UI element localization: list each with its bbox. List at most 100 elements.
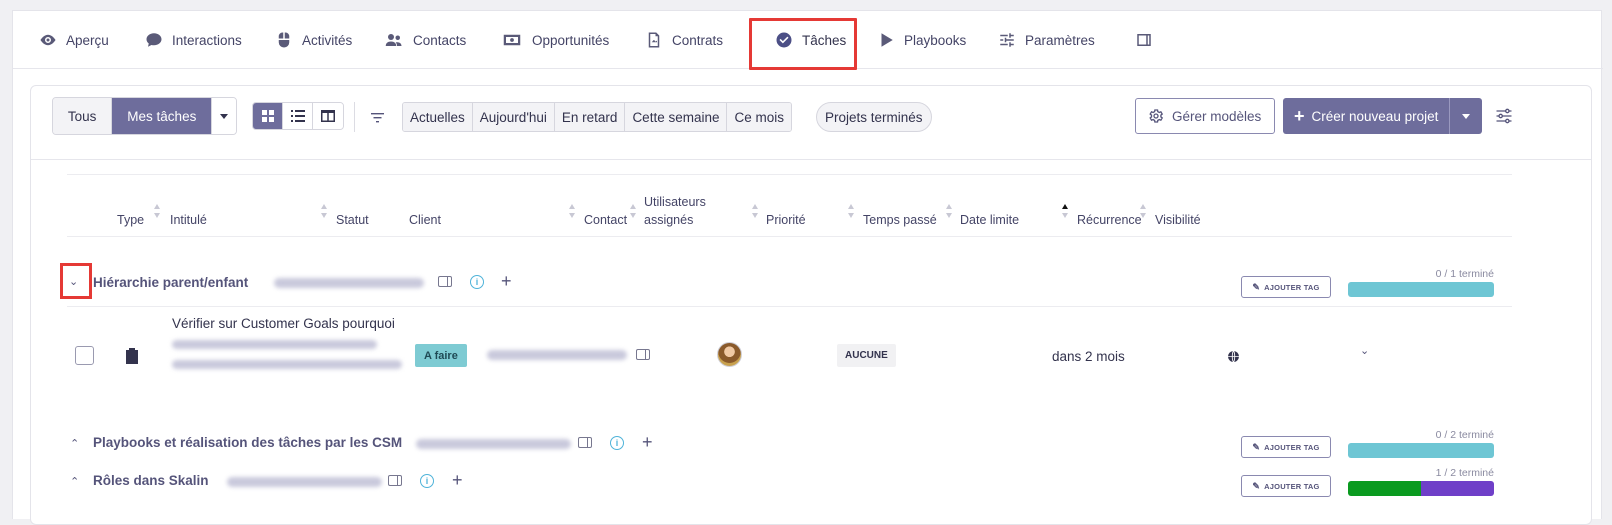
tab-label: Contrats [672,32,724,48]
sliders-icon [1000,33,1014,47]
add-task-icon[interactable]: + [642,433,653,451]
pencil-icon: ✎ [1252,281,1261,292]
scope-dropdown-button[interactable] [212,98,236,134]
filter-today-button[interactable]: Aujourd'hui [472,103,555,131]
sort-icon[interactable] [848,204,855,218]
tasks-toolbar: Tous Mes tâches Actuelles Aujourd'hui En… [31,86,1591,160]
filter-current-button[interactable]: Actuelles [403,103,473,131]
blurred-client [416,439,571,449]
col-recurrence[interactable]: Récurrence [1077,211,1142,229]
grid-icon [261,110,274,122]
side-panel-icon[interactable] [578,437,592,448]
completed-projects-toggle[interactable]: Projets terminés [816,102,932,132]
col-visibility[interactable]: Visibilité [1155,211,1201,229]
col-title[interactable]: Intitulé [170,211,207,229]
add-tag-button[interactable]: ✎ AJOUTER TAG [1241,475,1331,497]
tab-apercu[interactable]: Aperçu [39,11,109,69]
tab-contacts[interactable]: Contacts [384,11,466,69]
task-checkbox[interactable] [75,346,94,365]
users-icon [385,34,402,46]
col-assigned-line1: Utilisateurs [644,195,706,209]
expand-toggle-highlight [60,263,92,299]
sort-icon[interactable] [630,204,637,218]
tab-opportunites[interactable]: Opportunités [501,11,609,69]
tab-parametres[interactable]: Paramètres [998,11,1095,69]
group-title[interactable]: Rôles dans Skalin [93,473,209,488]
blurred-client [227,477,382,487]
contract-icon [648,32,660,48]
tab-interactions[interactable]: Interactions [145,11,242,69]
col-status[interactable]: Statut [336,211,369,229]
priority-badge[interactable]: AUCUNE [837,344,896,367]
add-tag-label: AJOUTER TAG [1264,282,1320,292]
sort-asc-icon[interactable] [1062,204,1069,218]
manage-templates-button[interactable]: Gérer modèles [1135,98,1275,134]
task-title[interactable]: Vérifier sur Customer Goals pourquoi [172,316,395,331]
col-contact[interactable]: Contact [584,211,627,229]
progress-bar [1348,481,1494,496]
globe-icon [1227,350,1240,368]
grid-view-button[interactable] [253,103,283,129]
info-icon[interactable]: i [420,474,434,488]
col-client[interactable]: Client [409,211,441,229]
create-project-button[interactable]: + Créer nouveau projet [1283,98,1451,134]
info-icon[interactable]: i [610,436,624,450]
tab-activites[interactable]: Activités [275,11,352,69]
toggle-sidebar-button[interactable] [1135,11,1153,69]
filter-week-button[interactable]: Cette semaine [625,103,728,131]
col-due-date[interactable]: Date limite [960,211,1019,229]
add-tag-button[interactable]: ✎ AJOUTER TAG [1241,436,1331,458]
create-project-dropdown[interactable] [1450,98,1482,134]
progress-label: 1 / 2 terminé [1435,467,1494,479]
group-title[interactable]: Hiérarchie parent/enfant [93,275,248,290]
filter-month-button[interactable]: Ce mois [727,103,791,131]
group-title[interactable]: Playbooks et réalisation des tâches par … [93,435,402,450]
filter-icon[interactable] [371,110,384,128]
col-time-spent[interactable]: Temps passé [863,211,937,229]
sort-icon[interactable] [752,204,759,218]
list-view-button[interactable] [283,103,313,129]
tab-contrats[interactable]: Contrats [645,11,723,69]
money-icon [503,34,521,46]
tab-label: Interactions [172,32,242,48]
column-settings-icon[interactable] [1494,106,1514,131]
sort-icon[interactable] [946,204,953,218]
add-tag-button[interactable]: ✎ AJOUTER TAG [1241,276,1331,298]
scope-all-button[interactable]: Tous [53,98,113,134]
sort-icon[interactable] [321,204,328,218]
col-assigned-line2: assignés [644,213,694,227]
row-menu-chevron-icon[interactable]: ⌄ [1360,344,1369,357]
col-type[interactable]: Type [117,211,144,229]
info-icon[interactable]: i [470,275,484,289]
side-panel-icon[interactable] [636,349,650,360]
filter-late-button[interactable]: En retard [554,103,626,131]
caret-down-icon [1462,113,1471,119]
side-panel-icon[interactable] [438,276,452,287]
manage-templates-label: Gérer modèles [1172,108,1262,124]
side-panel-icon[interactable] [388,475,402,486]
tab-label: Activités [302,32,353,48]
scope-mine-button[interactable]: Mes tâches [112,98,213,134]
tab-playbooks[interactable]: Playbooks [877,11,966,69]
progress-remaining-segment [1421,481,1494,496]
sort-icon[interactable] [1140,204,1147,218]
add-task-icon[interactable]: + [501,272,512,290]
tab-taches-highlight [749,18,857,70]
add-task-icon[interactable]: + [452,471,463,489]
top-nav: Aperçu Interactions Activités Contacts O… [13,11,1603,70]
sort-icon[interactable] [569,204,576,218]
chevron-up-icon[interactable]: ⌄ [70,436,79,449]
gear-icon [1149,109,1164,123]
board-view-button[interactable] [313,103,343,129]
toolbar-divider [354,102,355,132]
task-type-icon [125,347,139,369]
sort-icon[interactable] [154,204,161,218]
blurred-description [172,340,377,349]
chevron-up-icon[interactable]: ⌄ [70,474,79,487]
avatar[interactable] [717,342,742,367]
tab-label: Aperçu [66,32,109,48]
play-icon [881,33,893,47]
col-priority[interactable]: Priorité [766,211,806,229]
col-assigned[interactable]: Utilisateurs assignés [644,193,706,229]
status-badge[interactable]: A faire [415,344,467,367]
